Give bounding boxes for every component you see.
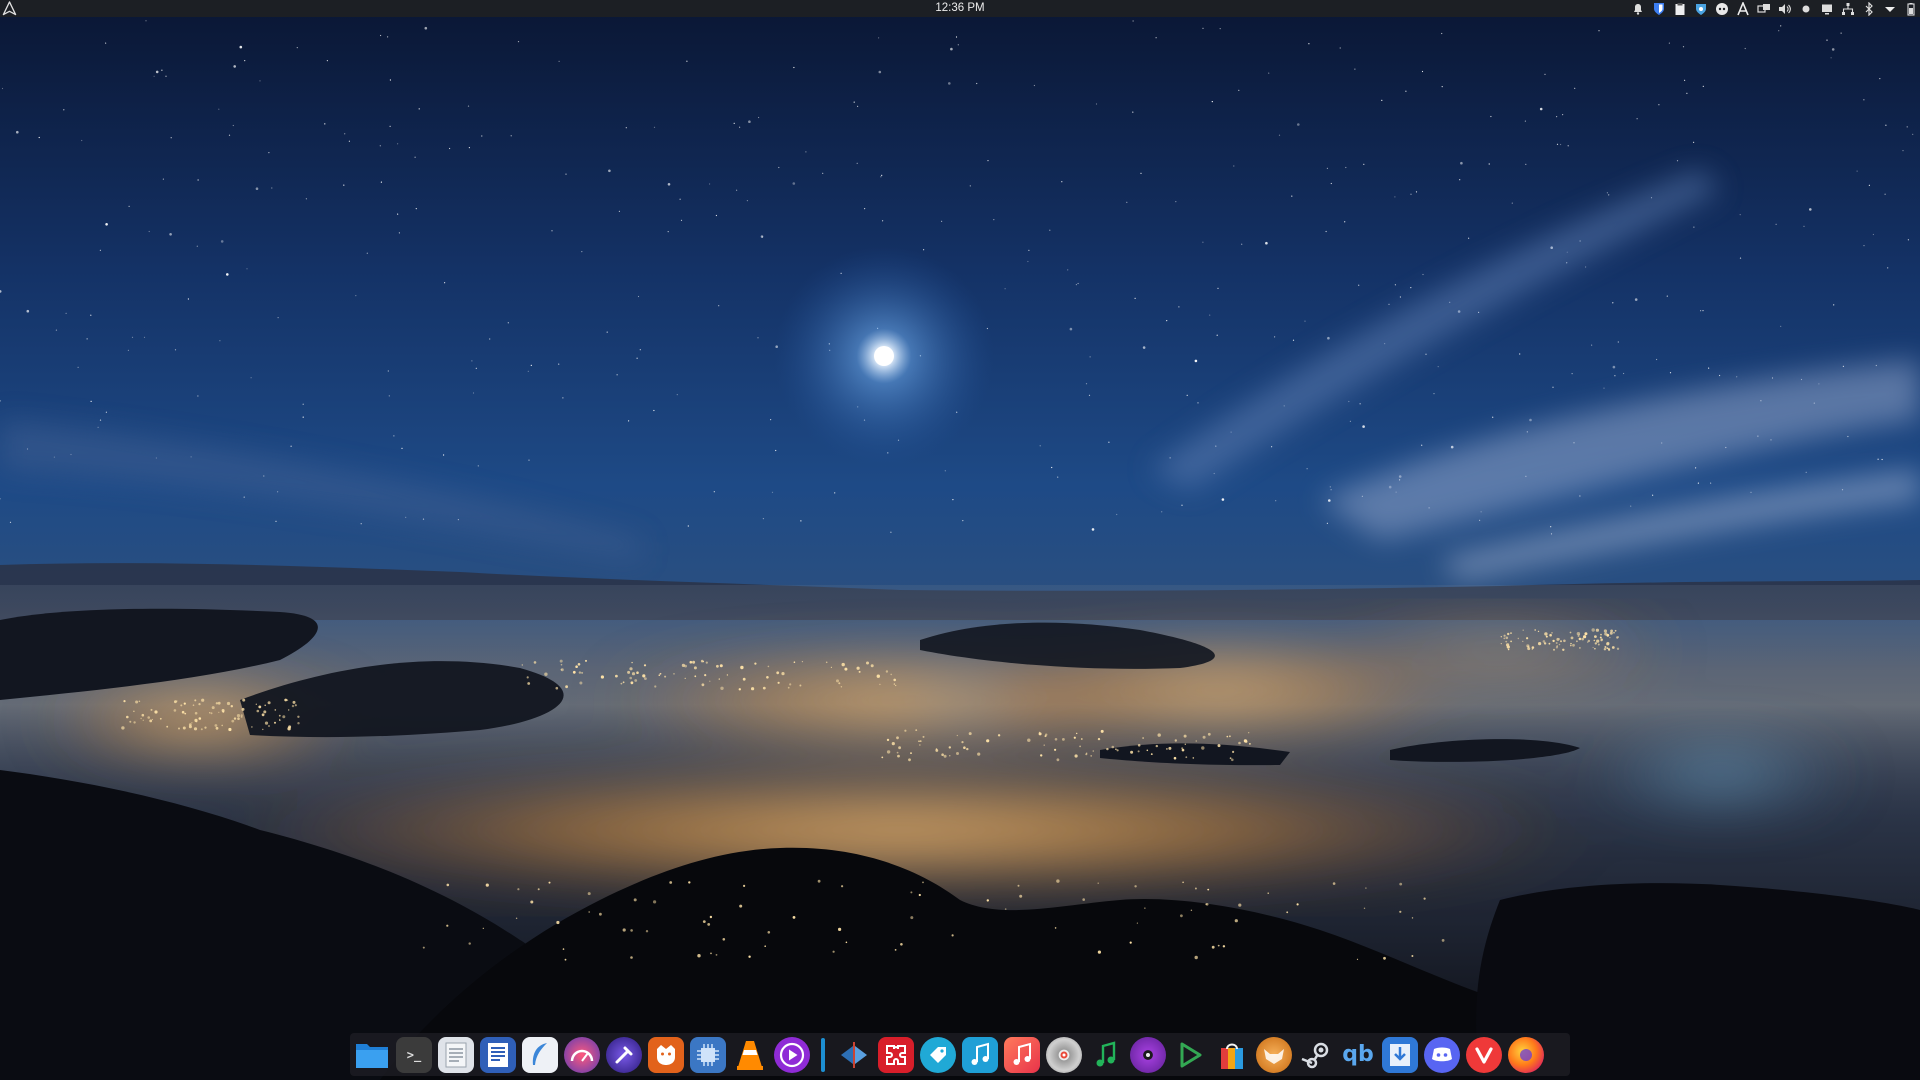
puzzle-icon xyxy=(886,1044,906,1065)
vpn-shield-icon[interactable] xyxy=(1694,2,1708,16)
network-icon[interactable] xyxy=(1757,2,1771,16)
separator-icon xyxy=(821,1037,825,1072)
clipboard-icon[interactable] xyxy=(1673,2,1687,16)
chevron-down-icon[interactable] xyxy=(1883,2,1897,16)
editor-arrow-icon xyxy=(841,1041,867,1068)
dock-app-gitkraken[interactable] xyxy=(648,1036,684,1073)
dock-app-files[interactable] xyxy=(354,1037,390,1073)
music-green-icon xyxy=(1096,1040,1116,1066)
document-icon xyxy=(488,1042,508,1067)
dock-app-music-app[interactable] xyxy=(1004,1036,1040,1073)
shopping-bag-icon xyxy=(1221,1043,1243,1069)
system-tray xyxy=(1631,1,1918,16)
play-triangle-icon xyxy=(1180,1042,1202,1067)
dock-app-spotify-player[interactable] xyxy=(1088,1037,1124,1073)
clock[interactable]: 12:36 PM xyxy=(900,0,1020,17)
disc-icon xyxy=(1060,1051,1068,1058)
dock-app-text-editor[interactable] xyxy=(438,1036,474,1073)
notification-bell-icon[interactable] xyxy=(1631,2,1645,16)
terminal-icon: >_ xyxy=(406,1047,422,1062)
dock-app-audio-player[interactable] xyxy=(1130,1036,1166,1073)
dock-app-tagger[interactable] xyxy=(920,1036,956,1073)
dock-app-disc-burner[interactable] xyxy=(1046,1036,1082,1073)
dock-app-image-viewer[interactable] xyxy=(1256,1036,1292,1073)
dock-app-vivaldi[interactable] xyxy=(1466,1036,1502,1073)
bluetooth-icon[interactable] xyxy=(1862,1,1876,16)
dock-app-hardware-manager[interactable] xyxy=(690,1036,726,1073)
download-icon xyxy=(1390,1043,1410,1066)
discord-tray-icon[interactable] xyxy=(1715,2,1729,16)
volume-icon[interactable] xyxy=(1778,2,1792,16)
dock-app-media-player[interactable] xyxy=(774,1036,810,1073)
beard-icon xyxy=(657,1044,675,1065)
arch-launcher-icon[interactable] xyxy=(2,1,17,16)
discord-icon xyxy=(1432,1047,1452,1061)
network-tree-icon[interactable] xyxy=(1841,2,1855,16)
traffic-cone-icon xyxy=(737,1040,763,1070)
dock-app-stream-player[interactable] xyxy=(1172,1037,1208,1073)
qb-icon: qb xyxy=(1342,1041,1374,1067)
battery-icon[interactable] xyxy=(1904,2,1918,16)
desktop-wallpaper xyxy=(0,0,1920,1080)
feather-icon xyxy=(532,1042,547,1065)
dock-app-separator[interactable] xyxy=(816,1037,830,1073)
dock-app-vlc[interactable] xyxy=(732,1037,768,1073)
chip-icon xyxy=(697,1043,719,1066)
dock-app-downloader[interactable] xyxy=(1382,1036,1418,1073)
folder-icon xyxy=(356,1043,388,1068)
dock-app-app-store[interactable] xyxy=(1214,1037,1250,1073)
steam-icon xyxy=(1301,1042,1329,1068)
pipette-icon xyxy=(615,1046,633,1063)
top-panel: 12:36 PM xyxy=(0,0,1920,17)
firefox-icon xyxy=(1520,1048,1532,1061)
play-circle-icon xyxy=(779,1042,805,1067)
dock-app-system-monitor[interactable] xyxy=(564,1036,600,1073)
bitwarden-shield-icon[interactable] xyxy=(1652,2,1666,16)
dock-app-qbittorrent[interactable]: qb xyxy=(1340,1037,1376,1073)
vinyl-icon xyxy=(1146,1052,1150,1057)
music-note-icon xyxy=(971,1042,989,1065)
fox-face-icon xyxy=(1264,1048,1284,1064)
dock-app-feather-notes[interactable] xyxy=(522,1036,558,1073)
dock-app-kdenlive[interactable] xyxy=(836,1037,872,1073)
dock-app-document-writer[interactable] xyxy=(480,1036,516,1073)
dock-app-steam[interactable] xyxy=(1298,1037,1334,1073)
tag-icon xyxy=(930,1046,946,1063)
dock-app-firefox[interactable] xyxy=(1508,1036,1544,1073)
display-icon[interactable] xyxy=(1820,2,1834,16)
gauge-icon xyxy=(570,1049,594,1062)
dock-app-discord[interactable] xyxy=(1424,1036,1460,1073)
font-a-icon[interactable] xyxy=(1736,1,1750,16)
dock-app-color-picker[interactable] xyxy=(606,1036,642,1073)
dock-app-jigsaw[interactable] xyxy=(878,1036,914,1073)
dock: >_ qb xyxy=(350,1033,1570,1076)
vivaldi-icon xyxy=(1475,1046,1493,1064)
dock-app-music-organizer[interactable] xyxy=(962,1036,998,1073)
music-square-icon xyxy=(1013,1042,1031,1065)
notepad-icon xyxy=(445,1042,467,1067)
dot-icon[interactable] xyxy=(1799,2,1813,16)
dock-app-terminal[interactable]: >_ xyxy=(396,1036,432,1073)
